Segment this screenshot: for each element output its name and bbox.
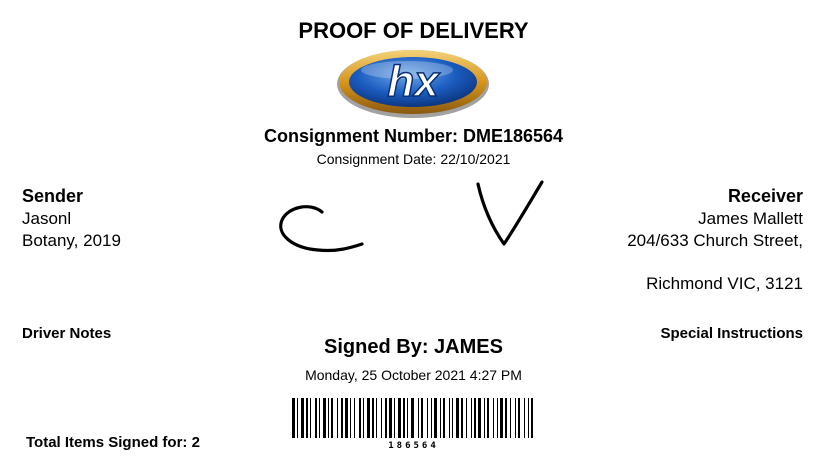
barcode-bar (466, 398, 467, 438)
logo-text: hx (387, 57, 440, 106)
barcode-bar (407, 398, 408, 438)
signed-by: Signed By: JAMES (324, 336, 503, 358)
barcode-bar (354, 398, 355, 438)
barcode-bar (500, 398, 503, 438)
barcode-bar (359, 398, 361, 438)
barcode-bar (434, 398, 437, 438)
barcode-bar (319, 398, 320, 438)
barcode-bar (461, 398, 463, 438)
barcode-bar (381, 398, 382, 438)
barcode-bar (456, 398, 459, 438)
barcode-bar (487, 398, 489, 438)
total-items-signed: Total Items Signed for: 2 (26, 434, 200, 451)
barcode-bar (471, 398, 472, 438)
barcode-bar (331, 398, 333, 438)
barcode-bar (315, 398, 317, 438)
barcode-bar (345, 398, 348, 438)
barcode-bar (528, 398, 529, 438)
barcode-bar (427, 398, 428, 438)
barcode-bar (337, 398, 338, 438)
hx-logo: hx (337, 50, 489, 118)
receiver-heading: Receiver (727, 186, 803, 206)
barcode-bar (367, 398, 370, 438)
barcode-bar (474, 398, 476, 438)
barcode-bar (524, 398, 525, 438)
barcode-bar (389, 398, 392, 438)
barcode-bar (292, 398, 295, 438)
barcode-bar (443, 398, 445, 438)
barcode-bar (531, 398, 533, 438)
barcode-bar (411, 398, 414, 438)
barcode-bar (497, 398, 498, 438)
barcode-bar (385, 398, 387, 438)
barcode-bar (394, 398, 395, 438)
barcode-bar (431, 398, 432, 438)
handwritten-signature (279, 180, 544, 253)
barcode-bar (398, 398, 401, 438)
sender-heading: Sender (22, 186, 84, 206)
barcode-bar (341, 398, 343, 438)
barcode-bar (363, 398, 364, 438)
barcode (292, 398, 533, 438)
barcode-bar (484, 398, 485, 438)
barcode-bar (421, 398, 423, 438)
barcode-bar (301, 398, 304, 438)
receiver-name: James Mallett (698, 209, 803, 228)
sender-name: Jasonl (22, 209, 72, 228)
barcode-bar (297, 398, 298, 438)
barcode-bar (323, 398, 326, 438)
receiver-address-line2: Richmond VIC, 3121 (646, 274, 803, 293)
signed-datetime: Monday, 25 October 2021 4:27 PM (305, 367, 522, 383)
barcode-bar (478, 398, 481, 438)
barcode-bar (515, 398, 516, 438)
barcode-bar (418, 398, 419, 438)
barcode-bar (376, 398, 377, 438)
barcode-bar (306, 398, 308, 438)
barcode-bar (403, 398, 405, 438)
barcode-bar (440, 398, 441, 438)
sender-location: Botany, 2019 (22, 231, 121, 250)
barcode-bar (510, 398, 511, 438)
document-title: PROOF OF DELIVERY (298, 18, 529, 43)
consignment-date: Consignment Date: 22/10/2021 (316, 151, 511, 167)
barcode-bar (518, 398, 520, 438)
barcode-bar (310, 398, 311, 438)
receiver-address-line1: 204/633 Church Street, (627, 231, 803, 250)
barcode-bar (452, 398, 453, 438)
barcode-bar (350, 398, 351, 438)
barcode-bar (505, 398, 507, 438)
consignment-number: Consignment Number: DME186564 (263, 126, 564, 146)
barcode-bar (372, 398, 374, 438)
barcode-bar (328, 398, 329, 438)
barcode-bar (493, 398, 494, 438)
barcode-bar (449, 398, 450, 438)
